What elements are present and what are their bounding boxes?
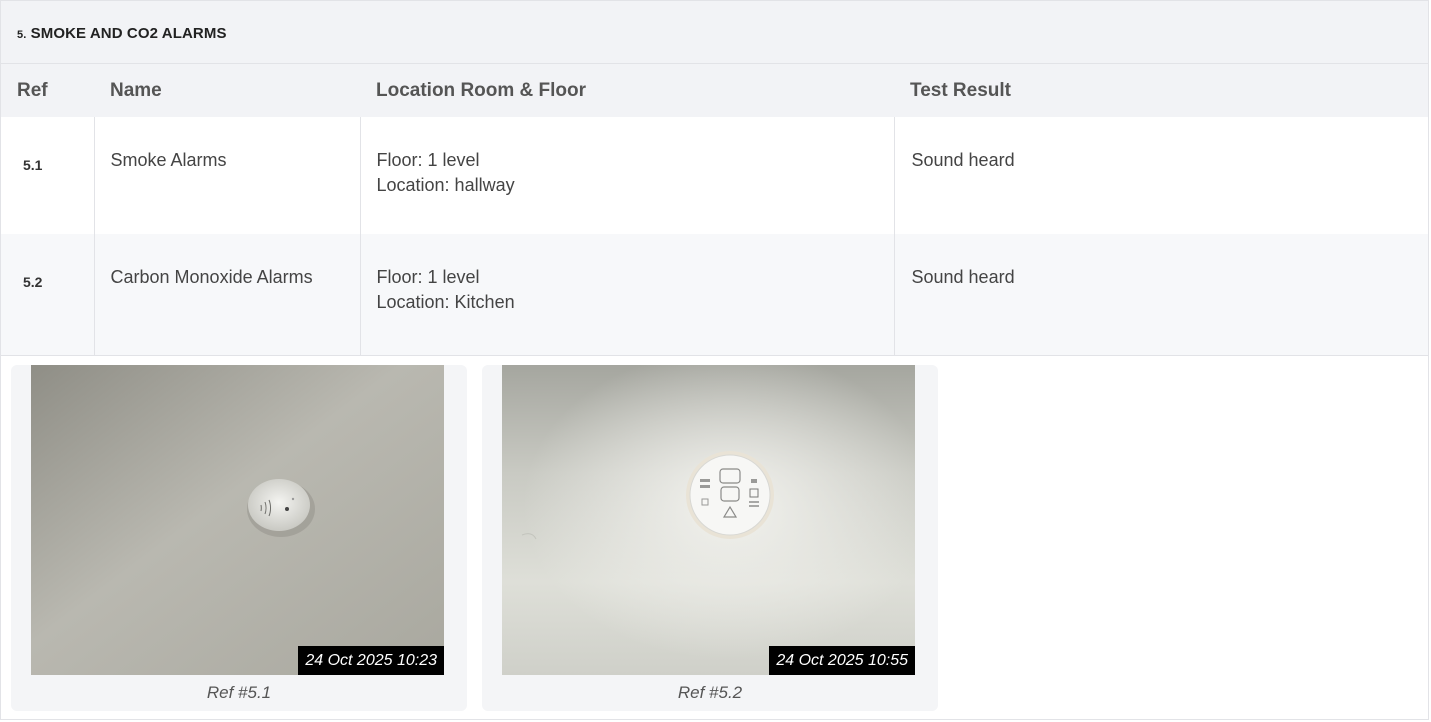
photo-card-5-1[interactable]: 24 Oct 2025 10:23 Ref #5.1 [11,365,467,711]
photo-timestamp: 24 Oct 2025 10:55 [769,646,915,675]
header-location: Location Room & Floor [360,64,894,117]
co-alarm-photo[interactable]: 24 Oct 2025 10:55 [502,365,915,675]
table-row: 5.1 Smoke Alarms Floor: 1 level Location… [1,117,1428,234]
row-name: Smoke Alarms [94,117,361,234]
photo-caption: Ref #5.1 [206,683,272,702]
section-header: 5. SMOKE AND CO2 ALARMS [1,1,1428,64]
row-location: Floor: 1 level Location: hallway [360,117,895,234]
photo-timestamp: 24 Oct 2025 10:23 [298,646,444,675]
row-floor: Floor: 1 level [376,150,480,170]
table-row: 5.2 Carbon Monoxide Alarms Floor: 1 leve… [1,234,1428,356]
co-alarm-image [502,365,915,675]
row-result: Sound heard [894,234,1428,356]
row-name: Carbon Monoxide Alarms [94,234,361,356]
photo-caption: Ref #5.2 [677,683,743,702]
row-result: Sound heard [894,117,1428,234]
section-title-text: SMOKE AND CO2 ALARMS [30,25,227,42]
header-ref: Ref [1,64,94,117]
smoke-alarm-photo[interactable]: 24 Oct 2025 10:23 [31,365,444,675]
row-ref: 5.2 [1,234,95,356]
row-location: Floor: 1 level Location: Kitchen [360,234,895,356]
row-location-text: Location: Kitchen [376,292,515,312]
row-ref: 5.1 [1,117,95,234]
section-title: 5. SMOKE AND CO2 ALARMS [17,25,227,42]
photo-gallery: 24 Oct 2025 10:23 Ref #5.1 24 Oct 2025 1… [1,341,1428,721]
section-number: 5. [17,29,27,41]
table-header-row: Ref Name Location Room & Floor Test Resu… [1,64,1428,117]
alarms-table: Ref Name Location Room & Floor Test Resu… [1,64,1428,356]
report-section: 5. SMOKE AND CO2 ALARMS Ref Name Locatio… [0,0,1429,720]
photo-card-5-2[interactable]: 24 Oct 2025 10:55 Ref #5.2 [482,365,938,711]
row-location-text: Location: hallway [376,175,515,195]
header-test-result: Test Result [894,64,1428,117]
smoke-alarm-image [31,365,444,675]
row-floor: Floor: 1 level [376,267,480,287]
header-name: Name [94,64,360,117]
